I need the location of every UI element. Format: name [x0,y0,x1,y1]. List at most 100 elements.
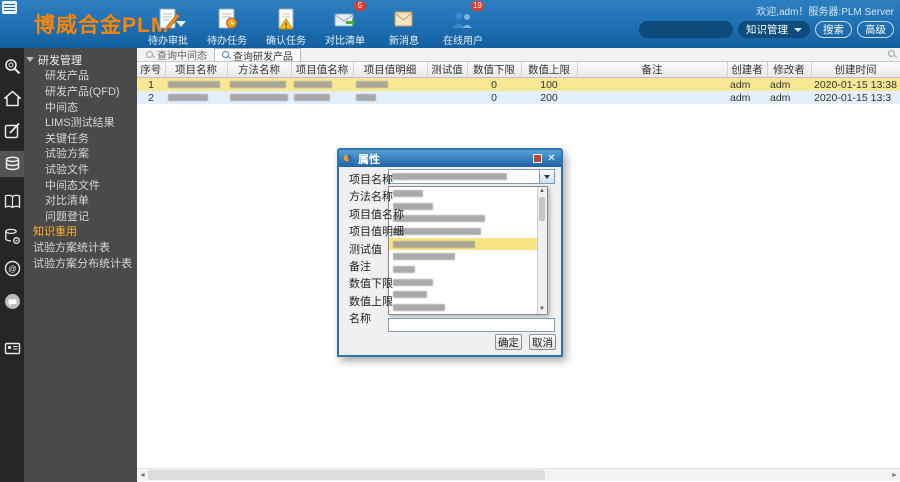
redacted-value [392,173,507,180]
dropdown-option[interactable] [389,187,547,200]
column-header[interactable]: 创建者 [727,62,767,78]
combobox-arrow-icon[interactable] [539,170,554,183]
dropdown-option[interactable] [389,263,547,276]
menu-item-link[interactable]: 中间态 [24,99,137,115]
menu-item-link[interactable]: 试验方案 [24,146,137,162]
menu-item-link[interactable]: 对比清单 [24,192,137,208]
column-header[interactable]: 测试值 [427,62,467,78]
table-cell [291,78,353,92]
tab-active[interactable]: 查询研发产品 [214,48,301,61]
book-icon[interactable] [0,188,24,214]
tab-inactive[interactable]: 查询中间态 [139,48,214,61]
scroll-left-arrow-icon[interactable]: ◄ [137,469,148,481]
scroll-right-arrow-icon[interactable]: ► [889,469,900,481]
menu-item-link[interactable]: 研发产品(QFD) [24,83,137,99]
table-row[interactable]: 20200admadm2020-01-15 13:3 [137,91,900,104]
name-field-input[interactable] [388,318,555,332]
menu-item-link[interactable]: 试验方案分布统计表 [24,255,137,271]
at-circle-icon[interactable]: @ [0,255,24,281]
toolbar-item-label: 在线用户 [438,32,488,47]
dropdown-scrollbar[interactable]: ▲ ▼ [537,187,547,314]
toolbar-item[interactable]: 19在线用户 [438,4,488,47]
toolbar-item[interactable]: 5对比清单 [320,4,370,47]
toolbar-item[interactable]: 待办审批 [143,4,193,47]
home-icon[interactable] [0,85,24,111]
menu-item-link[interactable]: 试验方案统计表 [24,239,137,255]
dropdown-option[interactable] [389,276,547,289]
toolbar-item[interactable]: 新消息 [379,4,429,47]
table-cell [577,78,727,92]
menu-item-label: 关键任务 [45,130,89,146]
toolbar-item[interactable]: 确认任务 [261,4,311,47]
menu-item-group[interactable]: 研发管理 [24,52,137,68]
column-header[interactable]: 项目值明细 [353,62,427,78]
table-cell: adm [767,91,811,104]
redacted-text [230,81,286,88]
chat-icon[interactable] [0,288,24,314]
app-menu-icon[interactable] [2,1,17,14]
dropdown-option[interactable] [389,289,547,302]
redacted-text [294,94,330,101]
close-icon[interactable]: ✕ [546,153,557,164]
horizontal-scrollbar[interactable]: ◄ ► [137,468,900,481]
menu-item-label: 对比清单 [45,192,89,208]
toolbar-item-label: 待办审批 [143,32,193,47]
toolbar-item[interactable]: 待办任务 [202,4,252,47]
menu-item-link[interactable]: LIMS测试结果 [24,114,137,130]
scroll-down-arrow-icon[interactable]: ▼ [538,305,546,314]
column-header[interactable]: 备注 [577,62,727,78]
scroll-up-arrow-icon[interactable]: ▲ [538,187,546,196]
dropdown-option[interactable] [389,225,547,238]
dropdown-option[interactable] [389,250,547,263]
idcard-icon[interactable] [0,335,24,361]
cancel-button[interactable]: 取消 [529,334,556,350]
screen: 博威合金PLM 待办审批待办任务确认任务5对比清单新消息19在线用户 欢迎,ad… [0,0,900,482]
dialog-field-label: 备注 [349,258,371,274]
menu-item-link[interactable]: 中间态文件 [24,177,137,193]
dialog-title-bar[interactable]: 属性 ✕ [339,150,561,167]
dropdown-option[interactable] [389,212,547,225]
dropdown-option[interactable] [389,301,547,314]
scrollbar-thumb[interactable] [148,470,545,480]
menu-item-link[interactable]: 知识重用 [24,224,137,240]
redacted-text [393,279,433,286]
notification-badge: 5 [354,1,366,11]
database-icon[interactable] [0,151,24,177]
column-header[interactable]: 方法名称 [227,62,291,78]
item-name-combobox[interactable] [388,169,555,184]
edit-icon[interactable] [0,117,24,143]
table-header-row: 序号项目名称方法名称项目值名称项目值明细测试值数值下限数值上限备注创建者修改者创… [137,62,900,78]
maximize-icon[interactable] [533,154,542,163]
column-header[interactable]: 数值下限 [467,62,521,78]
column-header[interactable]: 创建时间 [811,62,900,78]
advanced-search-button[interactable]: 高级 [857,21,894,38]
redacted-text [393,241,475,248]
search-button[interactable]: 搜索 [815,21,852,38]
magnifier-icon [146,51,154,59]
menu-item-link[interactable]: 试验文件 [24,161,137,177]
column-header[interactable]: 数值上限 [521,62,577,78]
search-at-icon[interactable] [0,53,24,79]
redacted-text [168,81,220,88]
redacted-text [393,304,445,311]
global-search-input[interactable] [639,21,733,38]
menu-item-link[interactable]: 研发产品 [24,68,137,84]
dropdown-option[interactable] [389,238,547,251]
menu-item-link[interactable]: 关键任务 [24,130,137,146]
dialog-field-label: 数值下限 [349,275,393,291]
tab-search-icon[interactable] [888,50,896,58]
menu-item-link[interactable]: 问题登记 [24,208,137,224]
dialog-title-icon [343,153,354,164]
column-header[interactable]: 序号 [137,62,165,78]
table-row[interactable]: 10100admadm2020-01-15 13:38 [137,78,900,92]
menu-item-label: LIMS测试结果 [45,114,115,130]
ok-button[interactable]: 确定 [495,334,522,350]
column-header[interactable]: 项目值名称 [291,62,353,78]
column-header[interactable]: 修改者 [767,62,811,78]
database-gear-icon[interactable] [0,223,24,249]
search-scope-select[interactable]: 知识管理 [738,21,810,38]
dropdown-scrollbar-thumb[interactable] [539,197,545,221]
table-cell: 2 [137,91,165,104]
column-header[interactable]: 项目名称 [165,62,227,78]
dropdown-option[interactable] [389,200,547,213]
